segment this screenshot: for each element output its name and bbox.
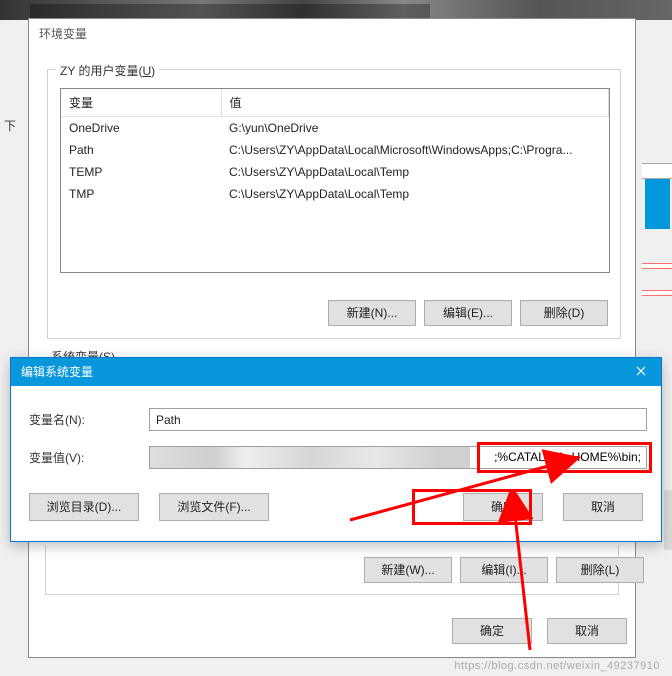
table-row[interactable]: PathC:\Users\ZY\AppData\Local\Microsoft\… (61, 139, 609, 161)
bg-fragment (642, 263, 672, 269)
user-variables-label: ZY 的用户变量(U) (56, 62, 159, 79)
table-row[interactable]: TMPC:\Users\ZY\AppData\Local\Temp (61, 183, 609, 205)
bg-fragment (642, 163, 672, 179)
edit-system-variable-dialog: 编辑系统变量 变量名(N): 变量值(V): ;%CATALINA_HOME%\… (10, 357, 662, 542)
sys-delete-button[interactable]: 删除(L) (556, 557, 644, 583)
browse-file-button[interactable]: 浏览文件(F)... (159, 493, 269, 521)
background-titlebar-inner (30, 4, 430, 18)
var-name-input[interactable] (149, 408, 647, 431)
var-value-input[interactable]: ;%CATALINA_HOME%\bin; (149, 446, 647, 469)
bg-fragment (645, 179, 670, 229)
table-row[interactable]: TEMPC:\Users\ZY\AppData\Local\Temp (61, 161, 609, 183)
browse-directory-button[interactable]: 浏览目录(D)... (29, 493, 139, 521)
close-icon[interactable] (621, 358, 661, 386)
sys-new-button[interactable]: 新建(W)... (364, 557, 452, 583)
col-value[interactable]: 值 (221, 89, 609, 117)
edit-dialog-title: 编辑系统变量 (11, 358, 661, 386)
env-cancel-button[interactable]: 取消 (547, 618, 627, 644)
var-name-label: 变量名(N): (29, 411, 149, 428)
sys-edit-button[interactable]: 编辑(I)... (460, 557, 548, 583)
dialog-title: 环境变量 (29, 19, 635, 48)
value-blurred-portion (150, 447, 470, 468)
watermark: https://blog.csdn.net/weixin_49237910 (454, 660, 660, 672)
edit-ok-button[interactable]: 确定 (463, 493, 543, 521)
value-visible-text: ;%CATALINA_HOME%\bin; (494, 450, 641, 464)
bg-fragment (664, 490, 672, 550)
user-variables-group: ZY 的用户变量(U) 变量 值 OneDriveG:\yun\OneDrive… (47, 69, 621, 339)
var-value-label: 变量值(V): (29, 449, 149, 466)
side-text: 下 (4, 117, 16, 134)
bg-fragment (642, 290, 672, 296)
col-name[interactable]: 变量 (61, 89, 221, 117)
user-delete-button[interactable]: 删除(D) (520, 300, 608, 326)
table-row[interactable]: OneDriveG:\yun\OneDrive (61, 117, 609, 140)
user-edit-button[interactable]: 编辑(E)... (424, 300, 512, 326)
user-new-button[interactable]: 新建(N)... (328, 300, 416, 326)
edit-cancel-button[interactable]: 取消 (563, 493, 643, 521)
user-variables-table[interactable]: 变量 值 OneDriveG:\yun\OneDrive PathC:\User… (60, 88, 610, 273)
env-ok-button[interactable]: 确定 (452, 618, 532, 644)
